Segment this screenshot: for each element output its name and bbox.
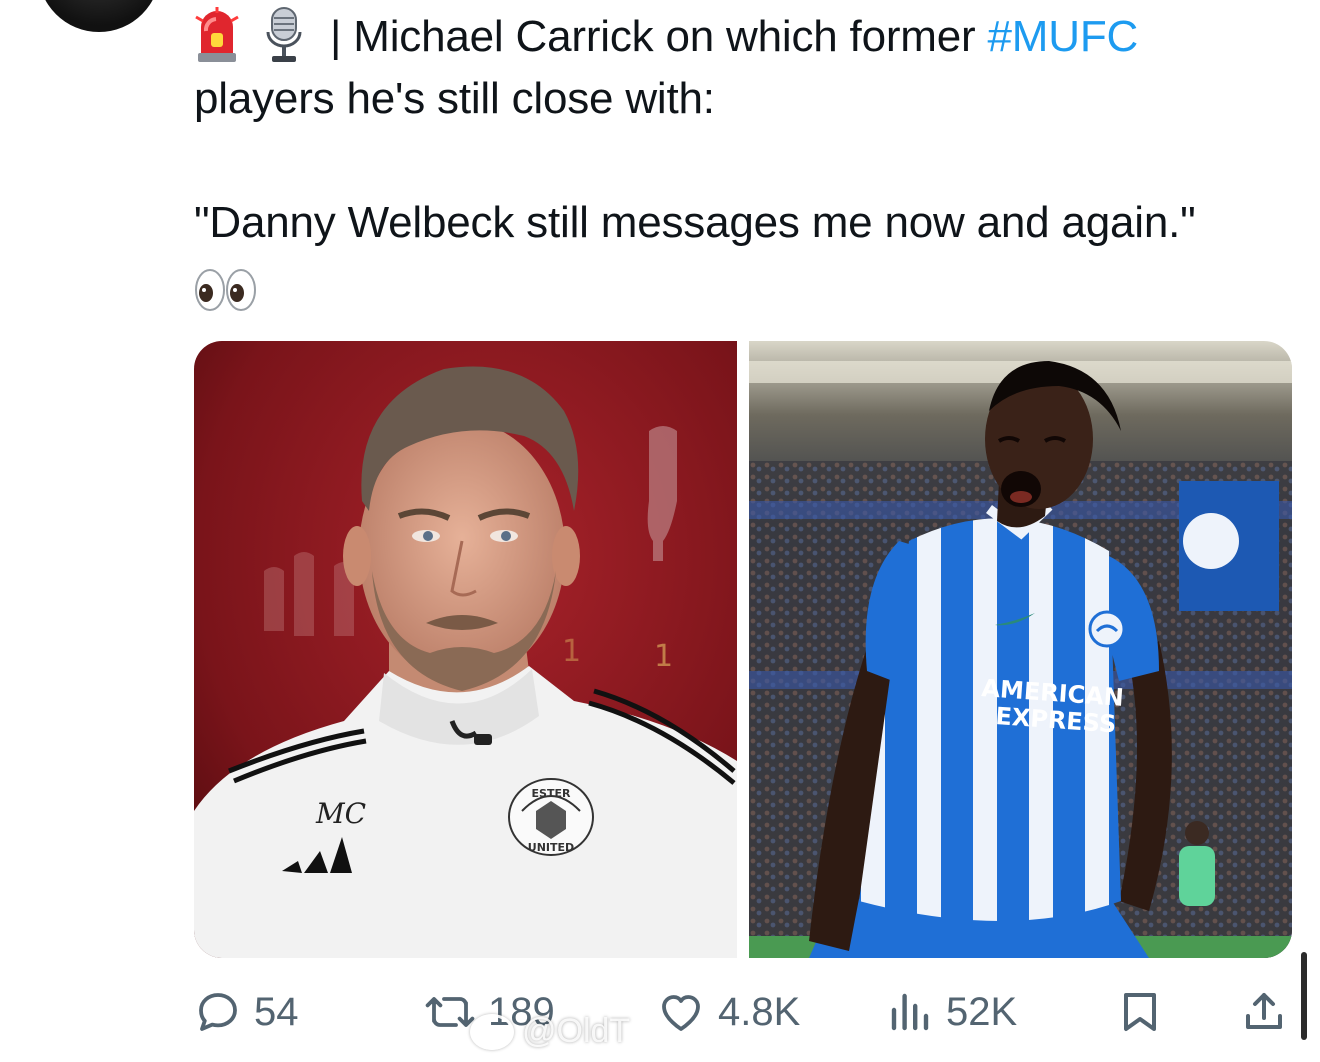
weibo-watermark: @OldT xyxy=(470,1012,630,1051)
carrick-photo[interactable]: 1 1 MC ESTER UNITED xyxy=(194,341,737,958)
tweet-line-1: | Michael Carrick on which former #MUFC xyxy=(194,6,1304,68)
tweet-line-2: players he's still close with: xyxy=(194,74,715,124)
like-button[interactable]: 4.8K xyxy=(656,988,800,1036)
studio-microphone-icon xyxy=(266,7,302,63)
reply-button[interactable]: 54 xyxy=(194,988,299,1036)
welbeck-photo[interactable]: AMERICAN EXPRESS xyxy=(749,341,1292,958)
views-count: 52K xyxy=(946,989,1018,1034)
repost-icon xyxy=(425,997,475,1027)
heart-icon xyxy=(662,995,700,1031)
tweet-actions: 54 189 4.8K 52K xyxy=(0,982,1320,1042)
share-icon xyxy=(1246,993,1282,1029)
bookmark-icon xyxy=(1124,993,1156,1031)
avatar[interactable] xyxy=(38,0,160,32)
hashtag-link[interactable]: #MUFC xyxy=(988,12,1139,61)
views-button[interactable]: 52K xyxy=(886,988,1017,1036)
watermark-text: @OldT xyxy=(522,1012,631,1050)
scrollbar[interactable] xyxy=(1301,952,1307,1040)
tweet-quote: "Danny Welbeck still messages me now and… xyxy=(194,198,1196,248)
bar-chart-icon xyxy=(891,993,929,1031)
tweet-line-1-text: | Michael Carrick on which former xyxy=(318,12,988,61)
tweet-view: | Michael Carrick on which former #MUFC … xyxy=(0,0,1320,1062)
share-button[interactable] xyxy=(1240,988,1288,1036)
eyes-icon xyxy=(195,268,256,311)
tweet-line-eyes xyxy=(194,254,1304,316)
jersey-initials: MC xyxy=(315,797,366,830)
svg-text:UNITED: UNITED xyxy=(528,841,574,854)
svg-text:1: 1 xyxy=(562,634,581,669)
reply-count: 54 xyxy=(254,989,299,1034)
bookmark-button[interactable] xyxy=(1116,988,1164,1036)
rotating-light-icon xyxy=(195,7,239,63)
reply-icon xyxy=(199,993,237,1031)
tweet-media[interactable]: 1 1 MC ESTER UNITED AMERICAN EXPRESS xyxy=(194,341,1292,958)
weibo-logo-icon xyxy=(470,1013,514,1050)
svg-text:ESTER: ESTER xyxy=(532,787,571,800)
like-count: 4.8K xyxy=(718,989,801,1034)
manchester-united-badge: ESTER UNITED xyxy=(508,778,594,856)
svg-text:1: 1 xyxy=(654,639,673,674)
tweet-text: | Michael Carrick on which former #MUFC … xyxy=(194,6,1304,316)
